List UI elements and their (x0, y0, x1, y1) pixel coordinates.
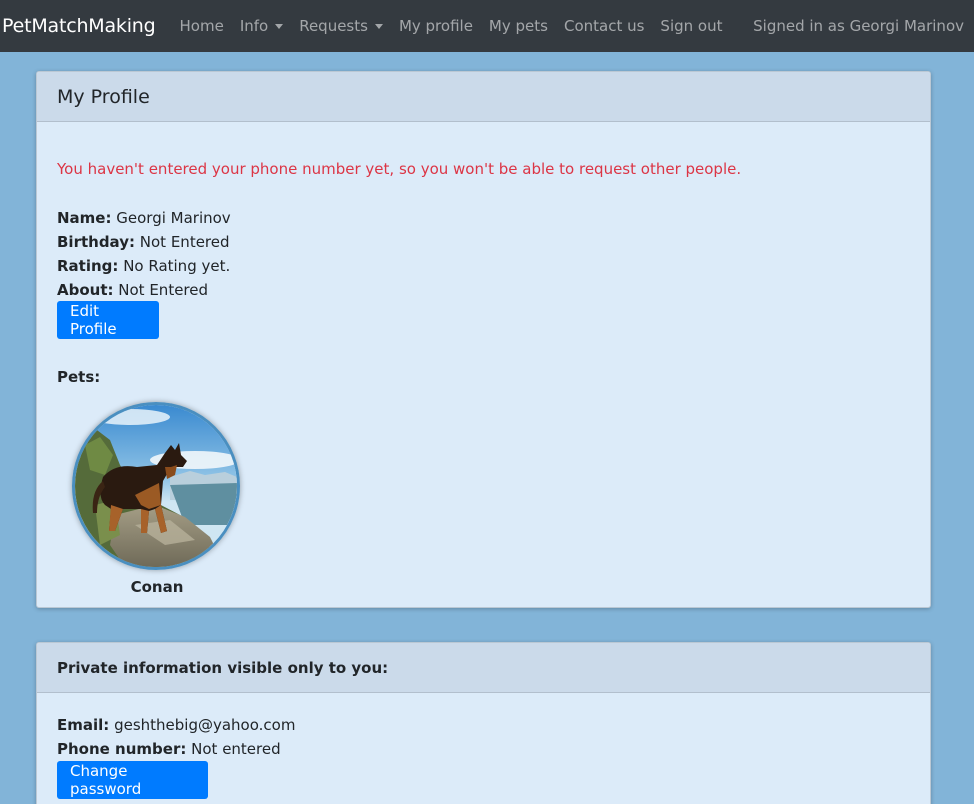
nav-contact-us-link[interactable]: Contact us (564, 17, 644, 35)
private-details: Email: geshthebig@yahoo.com Phone number… (57, 713, 295, 761)
dog-photo-image (75, 405, 237, 567)
nav-home-link[interactable]: Home (180, 17, 224, 35)
private-info-title: Private information visible only to you: (57, 658, 389, 677)
about-label: About: (57, 281, 114, 299)
profile-card: My Profile You haven't entered your phon… (36, 71, 931, 608)
profile-card-title: My Profile (57, 85, 150, 108)
email-value: geshthebig@yahoo.com (114, 716, 296, 734)
change-password-button[interactable]: Change password (57, 761, 208, 799)
nav-my-pets-link[interactable]: My pets (489, 17, 548, 35)
phone-field: Phone number: Not entered (57, 737, 295, 761)
name-field: Name: Georgi Marinov (57, 206, 231, 230)
private-info-card-body: Email: geshthebig@yahoo.com Phone number… (37, 693, 930, 804)
profile-details: Name: Georgi Marinov Birthday: Not Enter… (57, 206, 231, 302)
name-value: Georgi Marinov (116, 209, 231, 227)
birthday-field: Birthday: Not Entered (57, 230, 231, 254)
email-label: Email: (57, 716, 110, 734)
nav-my-profile-link[interactable]: My profile (399, 17, 473, 35)
top-navbar: PetMatchMaking Home Info Requests My pro… (0, 0, 974, 52)
nav-home-label: Home (179, 17, 224, 35)
nav-sign-out-link[interactable]: Sign out (660, 17, 722, 35)
phone-warning-message: You haven't entered your phone number ye… (57, 160, 742, 178)
name-label: Name: (57, 209, 112, 227)
nav-my-profile-label: My profile (398, 17, 473, 35)
private-info-card: Private information visible only to you:… (36, 642, 931, 804)
pet-photo[interactable] (72, 402, 240, 570)
brand-link[interactable]: PetMatchMaking (2, 15, 156, 37)
phone-label: Phone number: (57, 740, 187, 758)
private-info-card-header: Private information visible only to you: (37, 643, 930, 693)
edit-profile-button[interactable]: Edit Profile (57, 301, 159, 339)
nav-my-pets-label: My pets (488, 17, 548, 35)
pet-name: Conan (130, 578, 184, 596)
nav-info-label: Info (239, 17, 269, 35)
nav-sign-out-label: Sign out (660, 17, 723, 35)
profile-card-body: You haven't entered your phone number ye… (37, 122, 930, 607)
rating-value: No Rating yet. (123, 257, 231, 275)
phone-value: Not entered (191, 740, 281, 758)
nav-contact-us-label: Contact us (563, 17, 645, 35)
nav-menu: Home Info Requests My profile My pets Co… (180, 17, 739, 35)
pet-card[interactable]: Conan (72, 402, 242, 596)
nav-requests-dropdown[interactable]: Requests (299, 17, 383, 35)
about-field: About: Not Entered (57, 278, 231, 302)
about-value: Not Entered (118, 281, 209, 299)
birthday-label: Birthday: (57, 233, 135, 251)
rating-field: Rating: No Rating yet. (57, 254, 231, 278)
nav-info-dropdown[interactable]: Info (239, 17, 284, 35)
nav-requests-label: Requests (299, 17, 368, 35)
caret-down-icon (275, 24, 284, 29)
email-field: Email: geshthebig@yahoo.com (57, 713, 295, 737)
rating-label: Rating: (57, 257, 119, 275)
caret-down-icon (374, 24, 383, 29)
profile-card-header: My Profile (37, 72, 930, 122)
birthday-value: Not Entered (139, 233, 230, 251)
signed-in-status: Signed in as Georgi Marinov (753, 17, 964, 35)
pets-label: Pets: (57, 368, 101, 386)
